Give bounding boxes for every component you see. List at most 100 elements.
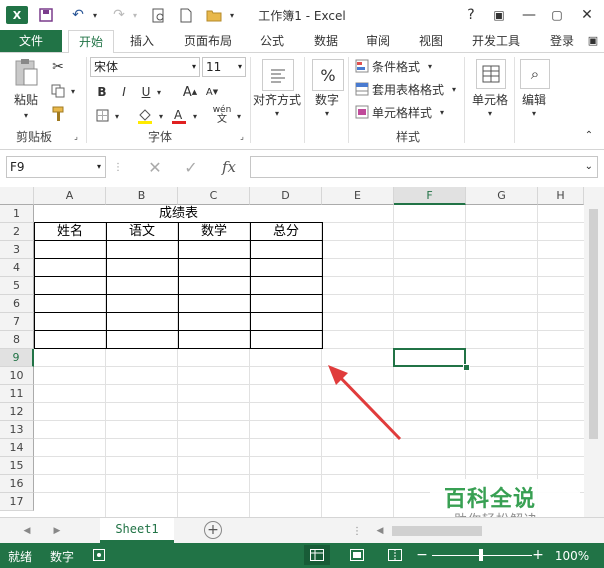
paste-button[interactable]: 粘贴 — [8, 91, 44, 107]
cut-icon[interactable]: ✂ — [48, 57, 68, 77]
maximize-icon[interactable]: ▢ — [548, 6, 566, 24]
borders-icon[interactable] — [94, 107, 110, 123]
fill-handle[interactable] — [463, 364, 470, 371]
column-header-a[interactable]: A — [34, 187, 106, 205]
zoom-in-icon[interactable]: + — [532, 546, 544, 564]
row-header[interactable]: 1 — [0, 205, 34, 223]
cell-styles-icon[interactable] — [354, 104, 370, 120]
copy-dropdown-icon[interactable]: ▾ — [68, 83, 78, 99]
underline-button[interactable]: U — [138, 83, 154, 101]
zoom-level[interactable]: 100% — [550, 547, 594, 565]
row-header[interactable]: 10 — [0, 367, 34, 385]
row-header[interactable]: 17 — [0, 493, 34, 511]
column-header-f[interactable]: F — [394, 187, 466, 205]
tab-file[interactable]: 文件 — [0, 30, 62, 52]
column-header-c[interactable]: C — [178, 187, 250, 205]
row-header[interactable]: 14 — [0, 439, 34, 457]
cell-styles-button[interactable]: 单元格样式 — [372, 104, 438, 120]
bold-button[interactable]: B — [94, 83, 110, 101]
confirm-entry-icon[interactable]: ✓ — [180, 156, 202, 178]
column-header-h[interactable]: H — [538, 187, 584, 205]
tab-home[interactable]: 开始 — [68, 30, 114, 54]
row-header[interactable]: 16 — [0, 475, 34, 493]
conditional-format-icon[interactable] — [354, 58, 370, 74]
expand-formula-icon[interactable]: ⌄ — [585, 158, 593, 176]
copy-icon[interactable] — [48, 81, 68, 101]
borders-dropdown-icon[interactable]: ▾ — [112, 109, 122, 123]
zoom-out-icon[interactable]: − — [416, 546, 428, 564]
fill-color-dropdown-icon[interactable]: ▾ — [156, 109, 166, 123]
tab-view[interactable]: 视图 — [411, 30, 451, 52]
row-header[interactable]: 8 — [0, 331, 34, 349]
number-button[interactable]: 数字 — [310, 91, 344, 107]
split-handle-icon[interactable]: ⋮ — [352, 523, 362, 539]
row-header[interactable]: 13 — [0, 421, 34, 439]
shrink-font-button[interactable]: A ▼ — [204, 83, 220, 101]
paste-icon[interactable] — [8, 57, 44, 89]
column-header-e[interactable]: E — [322, 187, 394, 205]
tab-data[interactable]: 数据 — [306, 30, 346, 52]
title-cell[interactable]: 成绩表 — [35, 205, 322, 222]
row-header[interactable]: 4 — [0, 259, 34, 277]
scroll-right-icon[interactable]: ▶ — [50, 523, 64, 539]
header-cell-chinese[interactable]: 语文 — [106, 223, 178, 241]
hscroll-left-icon[interactable]: ◀ — [374, 523, 386, 539]
row-header[interactable]: 2 — [0, 223, 34, 241]
row-header[interactable]: 3 — [0, 241, 34, 259]
header-cell-total[interactable]: 总分 — [250, 223, 322, 241]
cell-styles-dropdown-icon[interactable]: ▾ — [438, 104, 446, 120]
row-header[interactable]: 6 — [0, 295, 34, 313]
phonetic-button[interactable]: wén 文 — [212, 105, 232, 125]
help-icon[interactable]: ? — [462, 6, 480, 24]
macro-record-icon[interactable] — [92, 548, 106, 562]
name-box[interactable]: F9 ▾ — [6, 156, 106, 178]
tab-page-layout[interactable]: 页面布局 — [176, 30, 240, 52]
row-header[interactable]: 12 — [0, 403, 34, 421]
cells-icon[interactable] — [476, 59, 506, 89]
vertical-scrollbar[interactable] — [584, 187, 604, 517]
column-header-g[interactable]: G — [466, 187, 538, 205]
format-table-icon[interactable] — [354, 81, 370, 97]
zoom-slider-thumb[interactable] — [479, 549, 483, 561]
page-break-view-icon[interactable] — [384, 545, 406, 565]
collapse-ribbon-icon[interactable]: ⌃ — [582, 129, 596, 141]
sheet-tab-sheet1[interactable]: Sheet1 — [100, 518, 174, 543]
header-cell-math[interactable]: 数学 — [178, 223, 250, 241]
underline-dropdown-icon[interactable]: ▾ — [154, 83, 164, 101]
close-icon[interactable]: ✕ — [578, 6, 596, 24]
select-all-corner[interactable] — [0, 187, 34, 205]
cells-dropdown-icon[interactable]: ▾ — [485, 107, 495, 119]
font-name-select[interactable]: 宋体 ▾ — [90, 57, 200, 77]
column-header-d[interactable]: D — [250, 187, 322, 205]
row-header[interactable]: 11 — [0, 385, 34, 403]
format-table-button[interactable]: 套用表格格式 — [372, 81, 452, 97]
format-table-dropdown-icon[interactable]: ▾ — [450, 81, 458, 97]
fill-color-icon[interactable] — [136, 107, 154, 125]
minimize-icon[interactable]: — — [520, 6, 538, 24]
account-icon[interactable]: ▣ — [582, 30, 604, 52]
find-binoculars-icon[interactable]: ⌕ — [520, 59, 550, 89]
ribbon-display-icon[interactable]: ▣ — [490, 6, 508, 24]
italic-button[interactable]: I — [116, 83, 132, 101]
alignment-button[interactable]: 对齐方式 — [252, 91, 302, 107]
scrollbar-thumb[interactable] — [589, 209, 598, 439]
resize-handle-icon[interactable]: ⋮ — [113, 158, 123, 176]
number-format-icon[interactable]: % — [312, 59, 344, 91]
number-dropdown-icon[interactable]: ▾ — [322, 107, 332, 119]
row-header[interactable]: 7 — [0, 313, 34, 331]
horizontal-scrollbar-thumb[interactable] — [392, 526, 482, 536]
paste-dropdown-icon[interactable]: ▾ — [16, 109, 36, 121]
alignment-dropdown-icon[interactable]: ▾ — [272, 107, 282, 119]
editing-button[interactable]: 编辑 — [518, 91, 550, 107]
scroll-left-icon[interactable]: ◀ — [20, 523, 34, 539]
insert-function-icon[interactable]: fx — [214, 156, 244, 178]
phonetic-dropdown-icon[interactable]: ▾ — [234, 109, 244, 123]
alignment-icon[interactable] — [262, 59, 294, 91]
cancel-entry-icon[interactable]: ✕ — [144, 156, 166, 178]
editing-dropdown-icon[interactable]: ▾ — [529, 107, 539, 119]
column-header-b[interactable]: B — [106, 187, 178, 205]
cells-button[interactable]: 单元格 — [468, 91, 512, 107]
grow-font-button[interactable]: A ▲ — [182, 83, 198, 101]
tab-developer[interactable]: 开发工具 — [464, 30, 528, 52]
normal-view-icon[interactable] — [304, 545, 330, 565]
